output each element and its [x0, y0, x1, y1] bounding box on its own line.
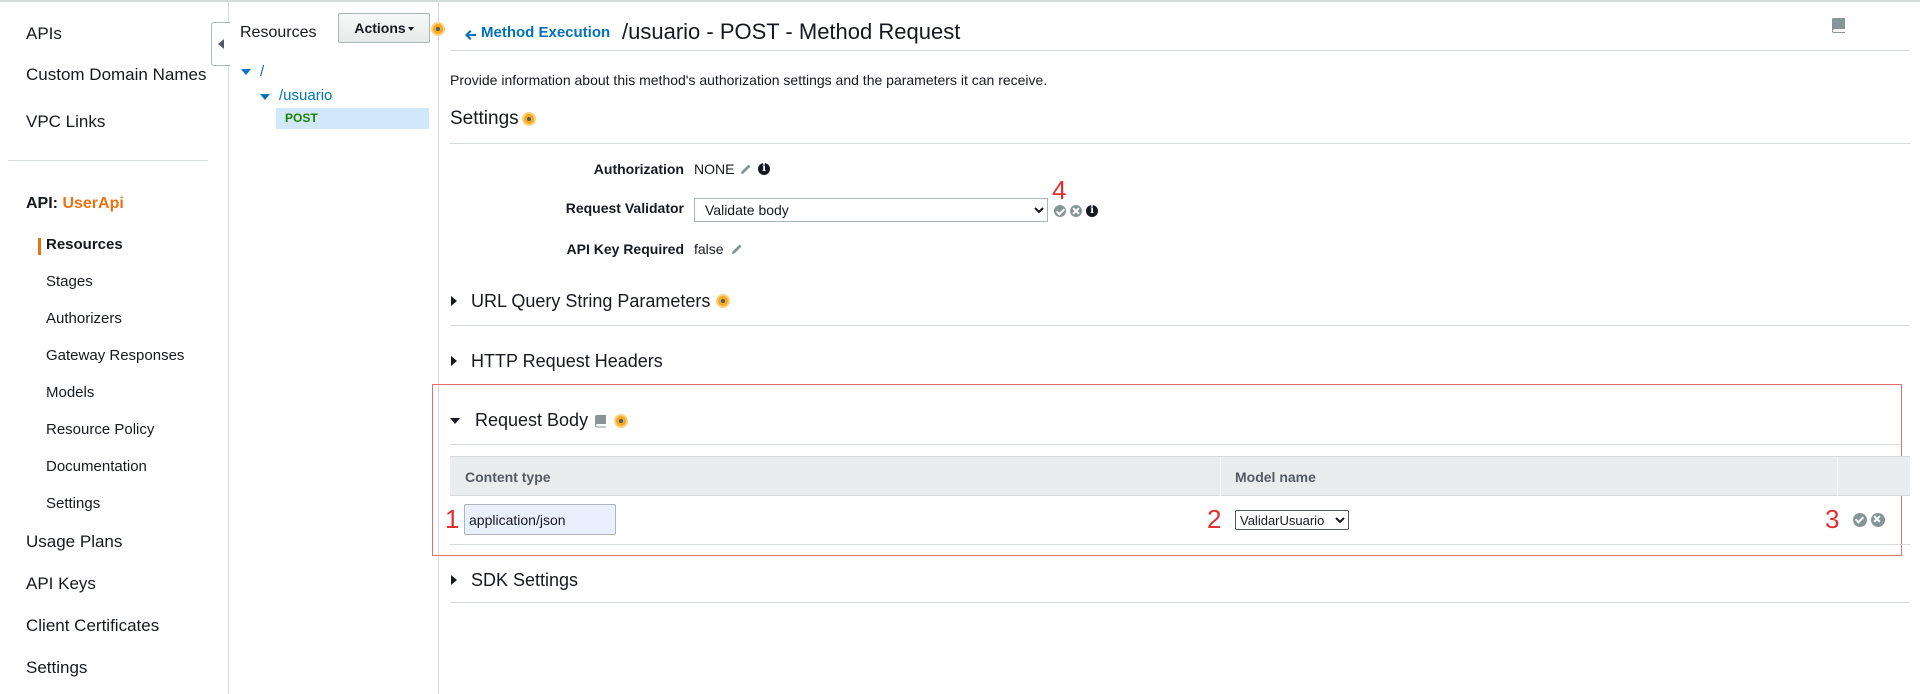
- api-key-pencil-icon[interactable]: [731, 243, 743, 255]
- nav-vpc-links[interactable]: VPC Links: [26, 112, 105, 132]
- main-content: Method Execution /usuario - POST - Metho…: [432, 2, 1920, 694]
- settings-help-icon[interactable]: [522, 112, 536, 126]
- nav-usage-plans[interactable]: Usage Plans: [26, 532, 122, 552]
- request-body-divider: [450, 444, 1900, 445]
- expand-usuario-icon[interactable]: [260, 94, 270, 100]
- annotation-4: 4: [1052, 175, 1067, 205]
- book-icon[interactable]: [1830, 16, 1848, 34]
- settings-heading: Settings: [450, 108, 519, 129]
- row-cancel-x-icon[interactable]: [1871, 513, 1885, 527]
- page-description: Provide information about this method's …: [450, 72, 1048, 88]
- api-prefix: API:: [26, 195, 63, 212]
- left-navigation: APIs Custom Domain Names VPC Links API: …: [0, 2, 229, 694]
- collapse-body-icon[interactable]: [450, 418, 460, 424]
- caret-down-icon: [407, 27, 414, 32]
- nav-custom-domain-names[interactable]: Custom Domain Names: [26, 65, 206, 85]
- request-body-book-icon[interactable]: [594, 414, 608, 428]
- nav-models[interactable]: Models: [46, 384, 94, 401]
- nav-settings-sub[interactable]: Settings: [46, 495, 100, 512]
- confirm-check-icon[interactable]: [1054, 205, 1066, 217]
- nav-client-certificates[interactable]: Client Certificates: [26, 616, 159, 636]
- annotation-2: 2: [1207, 504, 1222, 534]
- request-body-heading[interactable]: Request Body: [475, 410, 588, 431]
- nav-authorizers[interactable]: Authorizers: [46, 310, 122, 327]
- annotation-3: 3: [1825, 504, 1840, 534]
- sdk-settings-heading[interactable]: SDK Settings: [471, 570, 578, 591]
- col-content-type: Content type: [465, 469, 551, 485]
- nav-api-keys[interactable]: API Keys: [26, 574, 96, 594]
- expand-root-icon[interactable]: [241, 69, 251, 75]
- api-name-link[interactable]: UserApi: [62, 195, 123, 212]
- api-heading: API: UserApi: [26, 195, 124, 213]
- tree-root[interactable]: /: [260, 63, 264, 80]
- tree-method-post[interactable]: POST: [276, 108, 429, 129]
- post-badge: POST: [285, 111, 318, 125]
- validator-info-icon[interactable]: i: [1086, 205, 1098, 217]
- url-query-heading[interactable]: URL Query String Parameters: [471, 291, 710, 312]
- title-divider: [450, 50, 1910, 51]
- column-divider: [1220, 457, 1221, 497]
- collapse-nav-icon[interactable]: [211, 22, 230, 66]
- col-model-name: Model name: [1235, 469, 1316, 485]
- tree-usuario[interactable]: /usuario: [279, 87, 332, 104]
- pencil-icon[interactable]: [740, 163, 752, 175]
- authorization-label: Authorization: [593, 161, 684, 177]
- authorization-value: NONE: [694, 161, 735, 177]
- content-type-input[interactable]: [464, 504, 616, 535]
- arrow-left-icon[interactable]: [465, 30, 476, 40]
- nav-apis[interactable]: APIs: [26, 24, 62, 44]
- url-query-help-icon[interactable]: [716, 294, 730, 308]
- actions-button[interactable]: Actions: [338, 13, 430, 43]
- nav-gateway-responses[interactable]: Gateway Responses: [46, 347, 184, 364]
- url-query-divider: [450, 325, 1910, 326]
- request-validator-select[interactable]: Validate body: [694, 198, 1048, 222]
- nav-resources[interactable]: Resources: [46, 236, 123, 253]
- sdk-divider: [450, 602, 1910, 603]
- expand-headers-icon[interactable]: [451, 356, 457, 366]
- resources-title: Resources: [240, 24, 317, 41]
- request-body-help-icon[interactable]: [614, 414, 628, 428]
- model-name-select[interactable]: ValidarUsuario: [1235, 510, 1349, 530]
- actions-label: Actions: [354, 20, 406, 36]
- cancel-x-icon[interactable]: [1070, 205, 1082, 217]
- active-indicator: [38, 238, 41, 255]
- body-table-header: Content type Model name: [450, 456, 1910, 497]
- expand-url-query-icon[interactable]: [451, 296, 457, 306]
- info-icon[interactable]: i: [758, 163, 770, 175]
- nav-settings[interactable]: Settings: [26, 658, 87, 678]
- settings-divider: [450, 143, 1910, 144]
- table-row-divider: [450, 544, 1910, 545]
- page-title: /usuario - POST - Method Request: [622, 19, 961, 44]
- row-confirm-check-icon[interactable]: [1853, 513, 1867, 527]
- api-key-required-label: API Key Required: [566, 241, 684, 257]
- nav-resource-policy[interactable]: Resource Policy: [46, 421, 154, 438]
- nav-documentation[interactable]: Documentation: [46, 458, 147, 475]
- resources-pane: Resources Actions / /usuario POST: [211, 2, 445, 694]
- column-divider-actions: [1837, 457, 1838, 497]
- http-headers-heading[interactable]: HTTP Request Headers: [471, 351, 663, 372]
- request-validator-label: Request Validator: [565, 200, 684, 216]
- nav-stages[interactable]: Stages: [46, 273, 93, 290]
- annotation-1: 1: [445, 504, 460, 534]
- api-key-required-value: false: [694, 241, 724, 257]
- expand-sdk-icon[interactable]: [451, 575, 457, 585]
- method-execution-link[interactable]: Method Execution: [481, 24, 610, 41]
- nav-divider: [8, 160, 208, 161]
